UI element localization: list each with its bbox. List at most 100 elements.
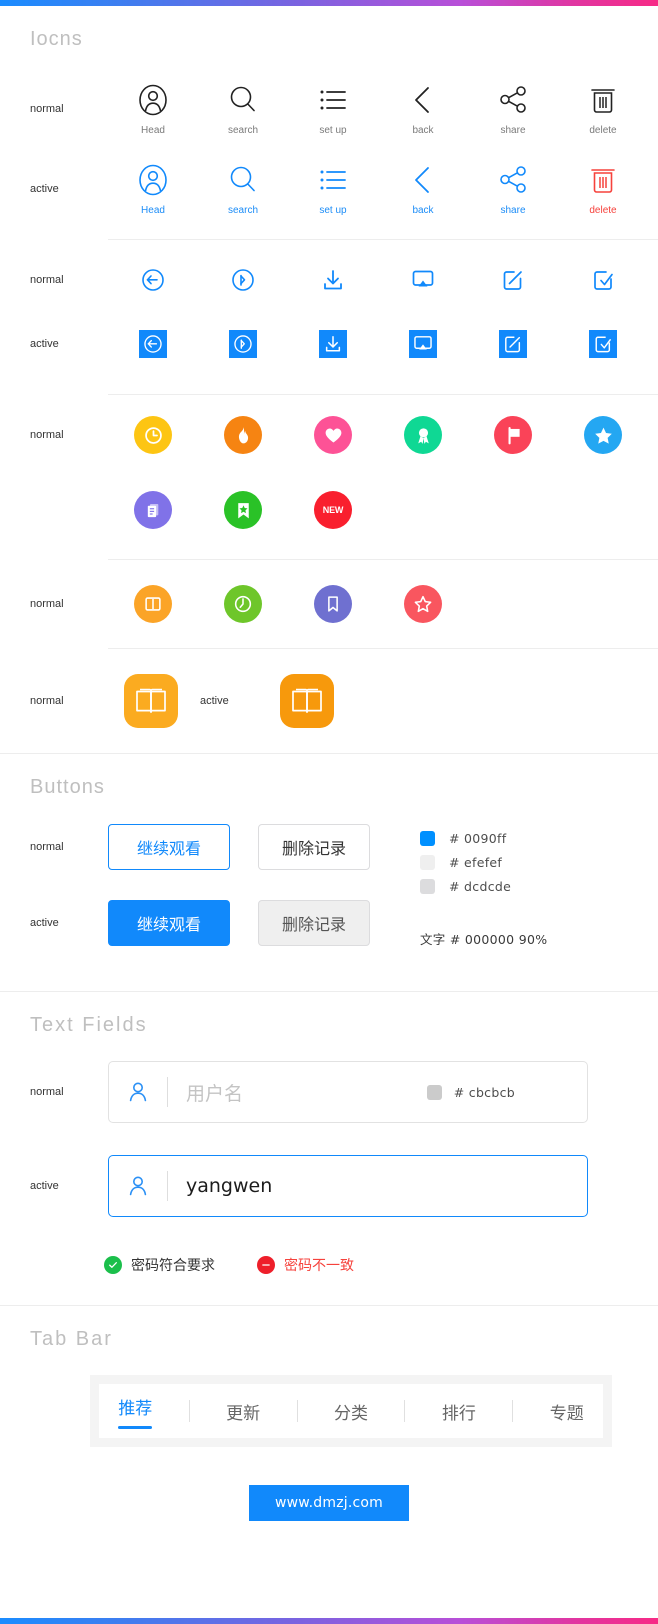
- tab-ranking[interactable]: 排行: [440, 1399, 478, 1424]
- history-forward-icon: [232, 269, 254, 291]
- star-icon: [584, 416, 622, 454]
- icon-cell-medal[interactable]: [378, 416, 468, 454]
- icon-label: share: [500, 204, 526, 216]
- head-icon: [139, 164, 167, 195]
- icon-cell-history-forward-active[interactable]: [198, 330, 288, 358]
- icon-label: search: [227, 124, 258, 136]
- state-label: normal: [30, 598, 64, 610]
- app-icon-book-normal[interactable]: [108, 674, 194, 728]
- icon-cell-search-active[interactable]: search: [198, 163, 288, 216]
- icon-cell-clock-outline[interactable]: [198, 585, 288, 623]
- icon-cell-setup[interactable]: set up: [288, 83, 378, 136]
- icon-cell-bookmark-star[interactable]: [198, 491, 288, 529]
- icon-cell-history-back[interactable]: [108, 267, 198, 293]
- active-square: [229, 330, 257, 358]
- swatch-label: # cbcbcb: [453, 1084, 515, 1100]
- secondary-button-active[interactable]: 删除记录: [258, 900, 370, 946]
- swatch-placeholder-color: [426, 1084, 442, 1100]
- icon-cell-empty-4: [468, 585, 558, 623]
- tab-updates[interactable]: 更新: [224, 1399, 262, 1424]
- icon-cell-book-open-outline[interactable]: [108, 585, 198, 623]
- set-up-icon: [320, 90, 346, 109]
- icons-row-blue-normal: normal: [0, 248, 658, 312]
- primary-button-active[interactable]: 继续观看: [108, 900, 230, 946]
- flag-icon: [494, 416, 532, 454]
- icon-cell-edit-active[interactable]: [468, 330, 558, 358]
- icon-cell-document[interactable]: [108, 491, 198, 529]
- icon-cell-star-outline[interactable]: [378, 585, 468, 623]
- swatch-label: # 0090ff: [449, 830, 507, 846]
- icon-cell-flag[interactable]: [468, 416, 558, 454]
- icons-row-outline-colored: normal: [0, 560, 658, 648]
- icon-cell-back-active[interactable]: back: [378, 163, 468, 216]
- icon-cell-download-active[interactable]: [288, 330, 378, 358]
- user-icon: [109, 1174, 167, 1198]
- icon-cell-check-doc[interactable]: [558, 267, 648, 293]
- icon-cell-star[interactable]: [558, 416, 648, 454]
- icon-cell-airplay-active[interactable]: [378, 330, 468, 358]
- text-field-row-active: active yangwen: [0, 1139, 658, 1233]
- icon-cell-clock[interactable]: [108, 416, 198, 454]
- username-input-normal[interactable]: 用户名 # cbcbcb: [108, 1061, 588, 1123]
- icon-cell-head[interactable]: Head: [108, 83, 198, 136]
- icon-cell-search[interactable]: search: [198, 83, 288, 136]
- icon-cell-heart[interactable]: [288, 416, 378, 454]
- tab-label: 分类: [333, 1403, 368, 1424]
- state-label: normal: [30, 274, 64, 286]
- clock-icon: [134, 416, 172, 454]
- delete-icon: [591, 168, 615, 193]
- icon-cell-flame[interactable]: [198, 416, 288, 454]
- open-book-app-icon: [280, 674, 334, 728]
- icon-cell-share-active[interactable]: share: [468, 163, 558, 216]
- icon-cell-delete-active[interactable]: delete: [558, 163, 648, 216]
- icons-divider-1: [108, 239, 658, 240]
- icons-row-app-book: normal active: [0, 649, 658, 753]
- state-label: active: [30, 338, 59, 350]
- share-icon: [500, 85, 526, 113]
- icon-cell-empty-5: [558, 585, 648, 623]
- text-field-swatch: # cbcbcb: [426, 1084, 515, 1100]
- secondary-button-normal[interactable]: 删除记录: [258, 824, 370, 870]
- set-up-icon: [320, 170, 346, 189]
- tab-topics[interactable]: 专题: [548, 1399, 586, 1424]
- icons-row-colored-1: normal: [0, 395, 658, 475]
- state-label: normal: [30, 695, 64, 707]
- tab-separator: [188, 1400, 190, 1422]
- tab-active-underline: [118, 1425, 153, 1429]
- validation-error: 密码不一致: [257, 1255, 354, 1275]
- icon-cell-new-badge[interactable]: NEW: [288, 491, 378, 529]
- icons-row-active-line: active Head search set up back share del…: [0, 149, 658, 229]
- icon-cell-delete[interactable]: delete: [558, 83, 648, 136]
- state-label: active: [30, 183, 59, 195]
- icon-cell-head-active[interactable]: Head: [108, 163, 198, 216]
- icon-cell-check-doc-active[interactable]: [558, 330, 648, 358]
- bookmark-star-icon: [224, 491, 262, 529]
- icon-cell-back[interactable]: back: [378, 83, 468, 136]
- icon-cell-history-forward[interactable]: [198, 267, 288, 293]
- icon-cell-edit[interactable]: [468, 267, 558, 293]
- icon-cell-download[interactable]: [288, 267, 378, 293]
- icon-cell-setup-active[interactable]: set up: [288, 163, 378, 216]
- icon-label: delete: [589, 204, 617, 216]
- app-icon-book-active[interactable]: [264, 674, 350, 728]
- icon-cell-history-back-active[interactable]: [108, 330, 198, 358]
- download-icon: [325, 336, 341, 352]
- swatch-row: # efefef: [420, 850, 511, 874]
- open-book-app-icon: [124, 674, 178, 728]
- history-forward-icon: [234, 335, 252, 353]
- icon-cell-bookmark-outline[interactable]: [288, 585, 378, 623]
- icon-cell-share[interactable]: share: [468, 83, 558, 136]
- clock-outline-icon: [224, 585, 262, 623]
- icon-cell-empty-1: [378, 491, 468, 529]
- tab-recommend[interactable]: 推荐: [116, 1394, 154, 1429]
- tab-categories[interactable]: 分类: [332, 1399, 370, 1424]
- tab-bar-section-title: Tab Bar: [30, 1328, 113, 1350]
- tab-separator: [296, 1400, 298, 1422]
- username-input-active[interactable]: yangwen: [108, 1155, 588, 1217]
- icon-cell-airplay[interactable]: [378, 267, 468, 293]
- icon-label: back: [412, 124, 434, 136]
- username-value: yangwen: [186, 1175, 273, 1197]
- history-back-icon: [142, 269, 164, 291]
- primary-button-normal[interactable]: 继续观看: [108, 824, 230, 870]
- website-button[interactable]: www.dmzj.com: [248, 1485, 410, 1521]
